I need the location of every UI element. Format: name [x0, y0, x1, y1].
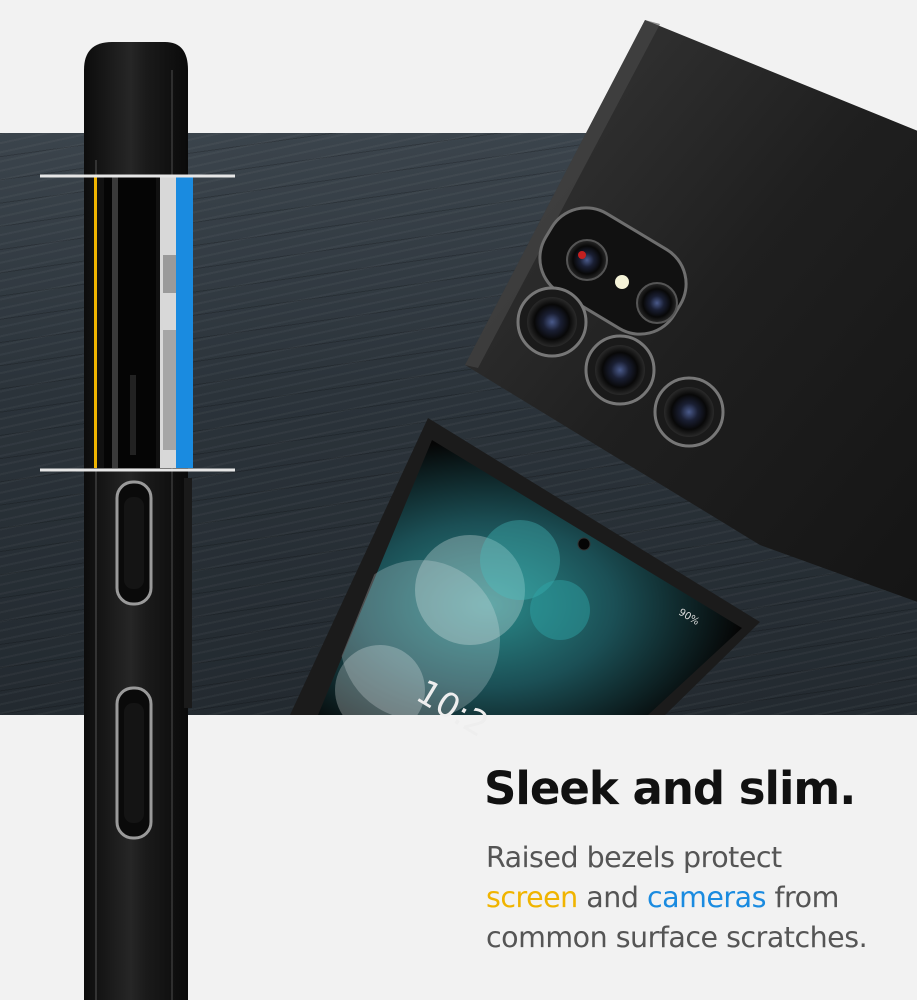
description-connector: and	[577, 881, 647, 914]
screen-bezel-marker	[94, 176, 97, 468]
headline: Sleek and slim.	[484, 762, 856, 815]
screen-highlight: screen	[486, 881, 578, 914]
cross-section-inset	[40, 174, 235, 472]
description-line-2: screen and cameras from	[486, 878, 906, 918]
camera-bezel-marker	[176, 176, 193, 468]
product-image: 90% 10:2 Sleek and slim. Raised bezels p…	[0, 0, 917, 1000]
description-line-2-end: from	[765, 881, 840, 914]
description-line-1: Raised bezels protect	[486, 841, 782, 874]
description: Raised bezels protect screen and cameras…	[486, 838, 906, 958]
cameras-highlight: cameras	[647, 881, 766, 914]
description-line-3: common surface scratches.	[486, 921, 868, 954]
